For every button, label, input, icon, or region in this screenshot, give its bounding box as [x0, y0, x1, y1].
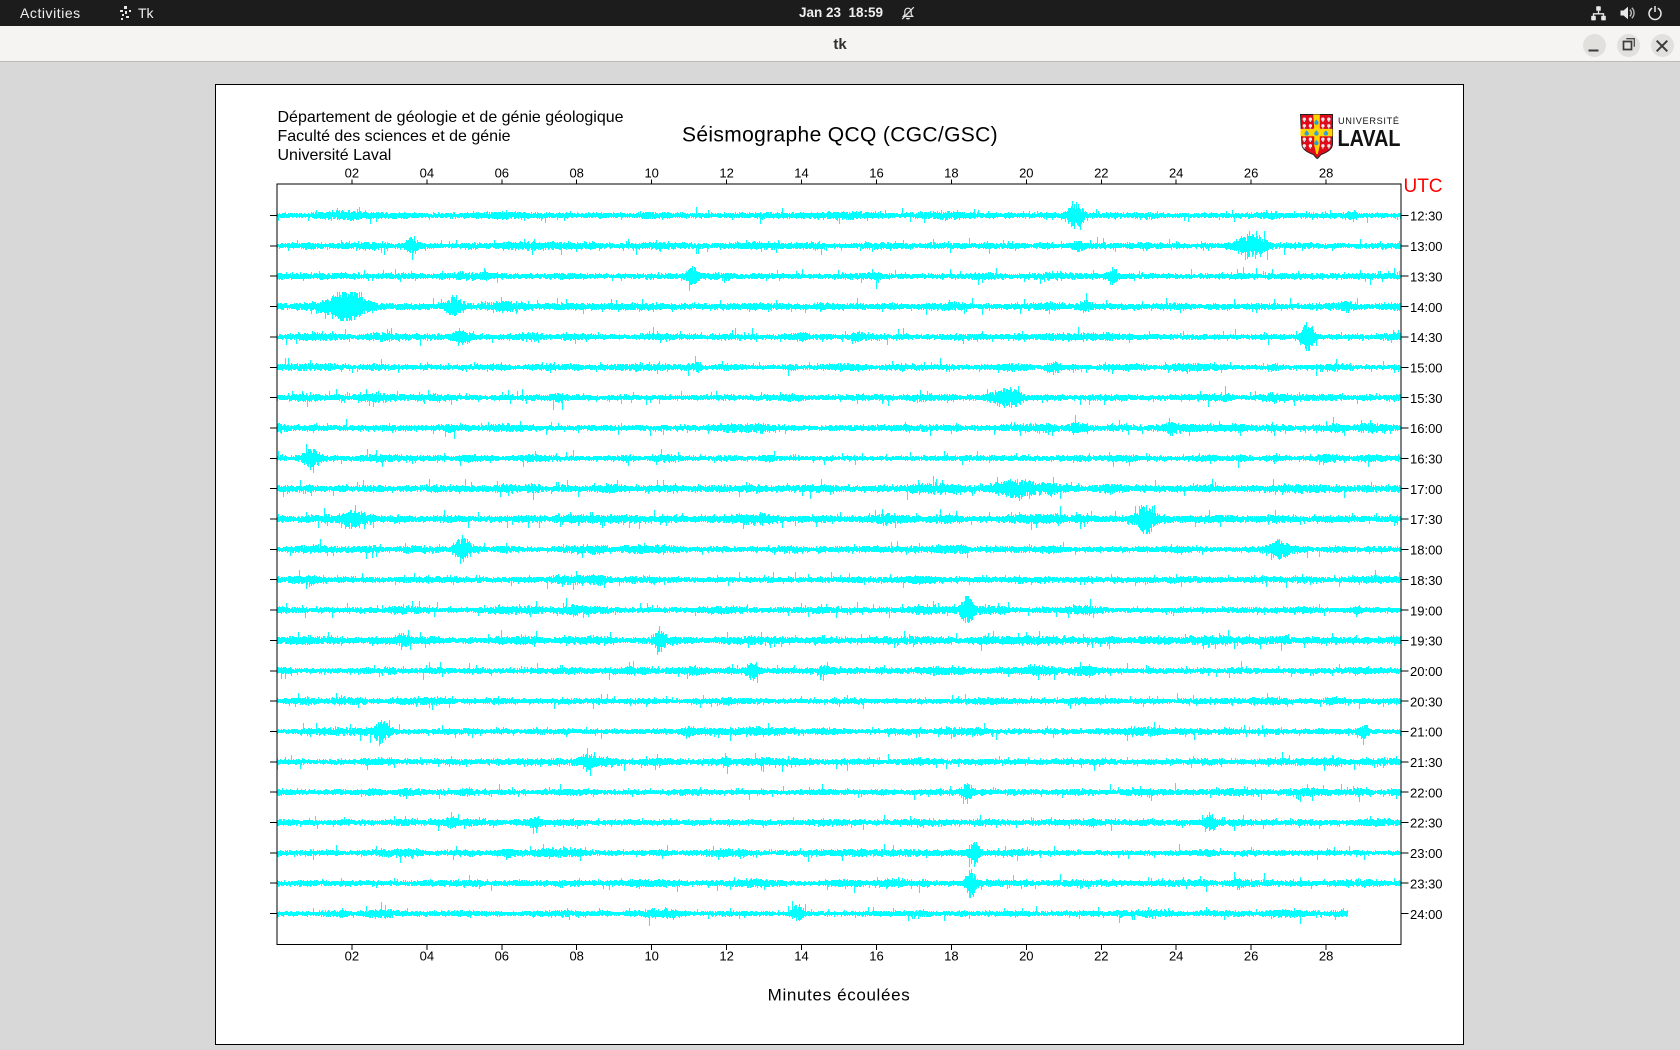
svg-text:14: 14: [794, 166, 808, 181]
svg-text:Université Laval: Université Laval: [278, 147, 392, 164]
svg-text:19:00: 19:00: [1410, 603, 1443, 618]
svg-text:08: 08: [569, 166, 583, 181]
svg-text:Séismographe QCQ (CGC/GSC): Séismographe QCQ (CGC/GSC): [682, 124, 998, 147]
svg-text:08: 08: [569, 949, 583, 964]
svg-text:13:00: 13:00: [1410, 239, 1443, 254]
svg-text:20: 20: [1019, 949, 1033, 964]
svg-text:24: 24: [1169, 166, 1183, 181]
svg-text:02: 02: [345, 949, 359, 964]
svg-text:15:30: 15:30: [1410, 391, 1443, 406]
svg-text:Faculté des sciences et de gén: Faculté des sciences et de génie: [278, 128, 511, 145]
svg-text:22: 22: [1094, 949, 1108, 964]
svg-text:12:30: 12:30: [1410, 209, 1443, 224]
svg-text:21:30: 21:30: [1410, 755, 1443, 770]
svg-text:28: 28: [1319, 949, 1333, 964]
svg-text:12: 12: [719, 166, 733, 181]
svg-text:26: 26: [1244, 166, 1258, 181]
svg-text:16: 16: [869, 949, 883, 964]
svg-text:06: 06: [495, 949, 509, 964]
svg-text:04: 04: [420, 166, 434, 181]
svg-text:06: 06: [495, 166, 509, 181]
svg-text:14:30: 14:30: [1410, 330, 1443, 345]
svg-text:17:30: 17:30: [1410, 512, 1443, 527]
svg-text:17:00: 17:00: [1410, 482, 1443, 497]
svg-text:02: 02: [345, 166, 359, 181]
svg-text:Minutes écoulées: Minutes écoulées: [768, 986, 911, 1005]
svg-text:Département de géologie et de: Département de géologie et de génie géol…: [278, 109, 624, 126]
svg-text:22: 22: [1094, 166, 1108, 181]
svg-text:18: 18: [944, 949, 958, 964]
svg-text:19:30: 19:30: [1410, 634, 1443, 649]
svg-text:20:00: 20:00: [1410, 664, 1443, 679]
svg-text:18: 18: [944, 166, 958, 181]
svg-text:18:00: 18:00: [1410, 543, 1443, 558]
svg-text:23:00: 23:00: [1410, 846, 1443, 861]
svg-text:16:30: 16:30: [1410, 452, 1443, 467]
svg-text:22:00: 22:00: [1410, 785, 1443, 800]
svg-text:20: 20: [1019, 166, 1033, 181]
svg-text:13:30: 13:30: [1410, 269, 1443, 284]
svg-text:28: 28: [1319, 166, 1333, 181]
svg-text:18:30: 18:30: [1410, 573, 1443, 588]
svg-text:UTC: UTC: [1403, 176, 1442, 197]
svg-text:14: 14: [794, 949, 808, 964]
svg-text:22:30: 22:30: [1410, 816, 1443, 831]
svg-text:LAVAL: LAVAL: [1338, 125, 1401, 151]
svg-text:24:00: 24:00: [1410, 907, 1443, 922]
svg-text:10: 10: [644, 949, 658, 964]
svg-text:21:00: 21:00: [1410, 725, 1443, 740]
svg-text:12: 12: [719, 949, 733, 964]
svg-text:23:30: 23:30: [1410, 876, 1443, 891]
svg-text:20:30: 20:30: [1410, 694, 1443, 709]
svg-text:16:00: 16:00: [1410, 421, 1443, 436]
svg-text:24: 24: [1169, 949, 1183, 964]
svg-text:14:00: 14:00: [1410, 300, 1443, 315]
svg-text:10: 10: [644, 166, 658, 181]
svg-text:04: 04: [420, 949, 434, 964]
svg-text:15:00: 15:00: [1410, 361, 1443, 376]
svg-text:26: 26: [1244, 949, 1258, 964]
svg-text:16: 16: [869, 166, 883, 181]
